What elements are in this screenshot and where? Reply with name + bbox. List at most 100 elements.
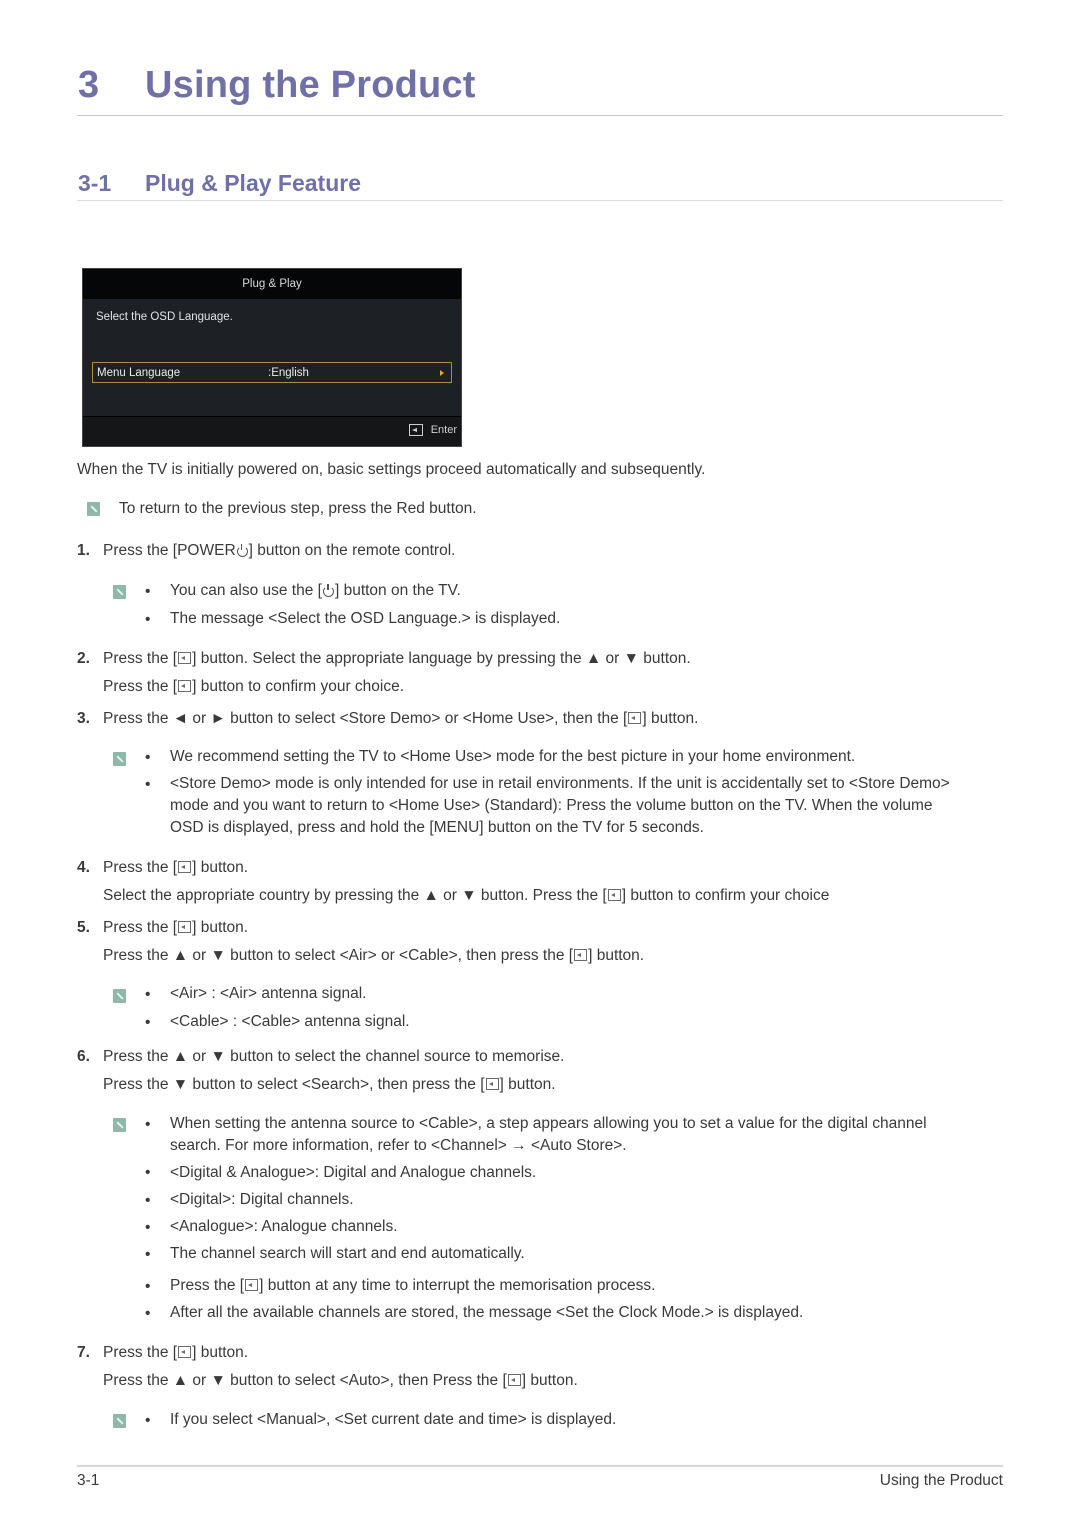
chapter-number: 3 [78,64,100,106]
note-text: Press the [ ] button at any time to inter… [170,1275,655,1297]
note-text: The channel search will start and end au… [170,1245,525,1262]
bullet: • [145,1164,151,1181]
note-text: <Digital & Analogue>: Digital and Analog… [170,1164,537,1181]
bullet: • [145,583,151,600]
text-segment: ] button. [192,859,249,876]
text-segment: ] button. Select the appropriate languag… [192,650,691,667]
note-text: OSD is displayed, press and hold the [ME… [170,819,704,836]
step-6-line-1: Press the ▲ or ▼ button to select the ch… [103,1048,565,1065]
text-segment: Press the [ [170,1277,245,1294]
text-segment: ] button to confirm your choice. [192,678,405,695]
bullet: • [145,986,151,1003]
note-icon [113,752,126,766]
text-segment: You can also use the [ [170,582,322,599]
step-6-line-2: Press the ▼ button to select <Search>, t… [103,1076,556,1094]
step-number: 7. [77,1344,90,1361]
enter-icon [178,680,192,692]
note-text: You can also use the [ ] button on the TV… [170,580,461,602]
text-segment: ] button. [521,1372,578,1389]
step-number: 6. [77,1048,90,1065]
text-segment: Select the appropriate country by pressi… [103,887,607,904]
power-icon [322,584,334,597]
bullet: • [145,1014,151,1031]
osd-row-label: Menu Language [97,367,181,379]
bullet: • [145,1219,151,1236]
enter-icon [507,1374,521,1386]
bullet: • [145,1116,151,1133]
text-segment: ] button. [192,919,249,936]
bullet: • [145,1192,151,1209]
step-7-line-1: Press the [] button. [103,1344,248,1362]
bullet: • [145,776,151,793]
intro-note: To return to the previous step, press th… [119,500,477,517]
enter-icon [409,424,423,436]
section-divider [77,200,1003,201]
note-text: mode and you want to return to <Home Use… [170,797,933,814]
note-text: search. For more information, refer to <… [170,1137,627,1154]
step-number: 3. [77,710,90,727]
enter-icon [245,1279,259,1291]
enter-icon [628,712,642,724]
enter-icon [485,1078,499,1090]
step-3-text: Press the ◄ or ► button to select <Store… [103,710,698,728]
enter-icon [178,861,192,873]
note-text: <Air> : <Air> antenna signal. [170,985,367,1002]
text-segment: Press the ◄ or ► button to select <Store… [103,710,628,727]
text-segment: Press the [ [103,678,178,695]
text-segment: Press the [ [103,859,178,876]
osd-screenshot: Plug & Play Select the OSD Language. Men… [82,268,462,447]
note-text: We recommend setting the TV to <Home Use… [170,748,856,765]
chapter-heading: 3 Using the Product [78,64,476,107]
bullet: • [145,611,151,628]
chevron-right-icon [440,370,444,376]
osd-footer: Enter [83,416,461,446]
step-4-line-2: Select the appropriate country by pressi… [103,887,829,905]
section-heading: 3-1 Plug & Play Feature [78,170,361,197]
chapter-divider [77,115,1003,116]
enter-icon [574,949,588,961]
note-text: When setting the antenna source to <Cabl… [170,1115,927,1132]
step-7-line-2: Press the ▲ or ▼ button to select <Auto>… [103,1372,578,1390]
note-icon [113,989,126,1003]
step-number: 4. [77,859,90,876]
note-text: <Cable> : <Cable> antenna signal. [170,1013,410,1030]
note-icon [113,1414,126,1428]
osd-title: Plug & Play [83,269,461,299]
osd-menu-language-row: Menu Language :English [92,362,452,383]
footer-divider [77,1465,1003,1467]
step-5-line-1: Press the [ ] button. [103,919,248,937]
step-4-line-1: Press the [ ] button. [103,859,248,877]
text-segment: ] button to confirm your choice [621,887,830,904]
step-2-line-2: Press the [ ] button to confirm your choi… [103,678,404,696]
text-segment: Press the [POWER [103,542,236,559]
text-segment: Press the ▲ or ▼ button to select <Air> … [103,947,574,964]
step-number: 1. [77,542,90,559]
enter-icon [607,889,621,901]
step-1-text: Press the [POWER ] button on the remote c… [103,542,455,560]
section-title: Plug & Play Feature [145,170,362,196]
note-text: The message <Select the OSD Language.> i… [170,610,561,627]
step-number: 5. [77,919,90,936]
text-segment: ] button on the TV. [334,582,461,599]
bullet: • [145,749,151,766]
power-icon [236,544,248,557]
bullet: • [145,1246,151,1263]
note-icon [87,502,100,516]
bullet: • [145,1412,151,1429]
text-segment: ] button. [192,1344,249,1361]
note-icon [113,1118,126,1132]
text-segment: ] button. [499,1076,556,1093]
text-segment: ] button on the remote control. [248,542,456,559]
step-number: 2. [77,650,90,667]
enter-icon [178,1346,192,1358]
note-text: <Analogue>: Analogue channels. [170,1218,398,1235]
enter-icon [178,921,192,933]
footer-title: Using the Product [879,1472,1003,1489]
enter-icon [178,652,192,664]
bullet: • [145,1305,151,1322]
osd-prompt: Select the OSD Language. [96,311,233,323]
note-text: <Digital>: Digital channels. [170,1191,354,1208]
footer-page-number: 3-1 [77,1472,100,1489]
text-segment: ] button at any time to interrupt the me… [259,1277,656,1294]
text-segment: Press the [ [103,919,178,936]
